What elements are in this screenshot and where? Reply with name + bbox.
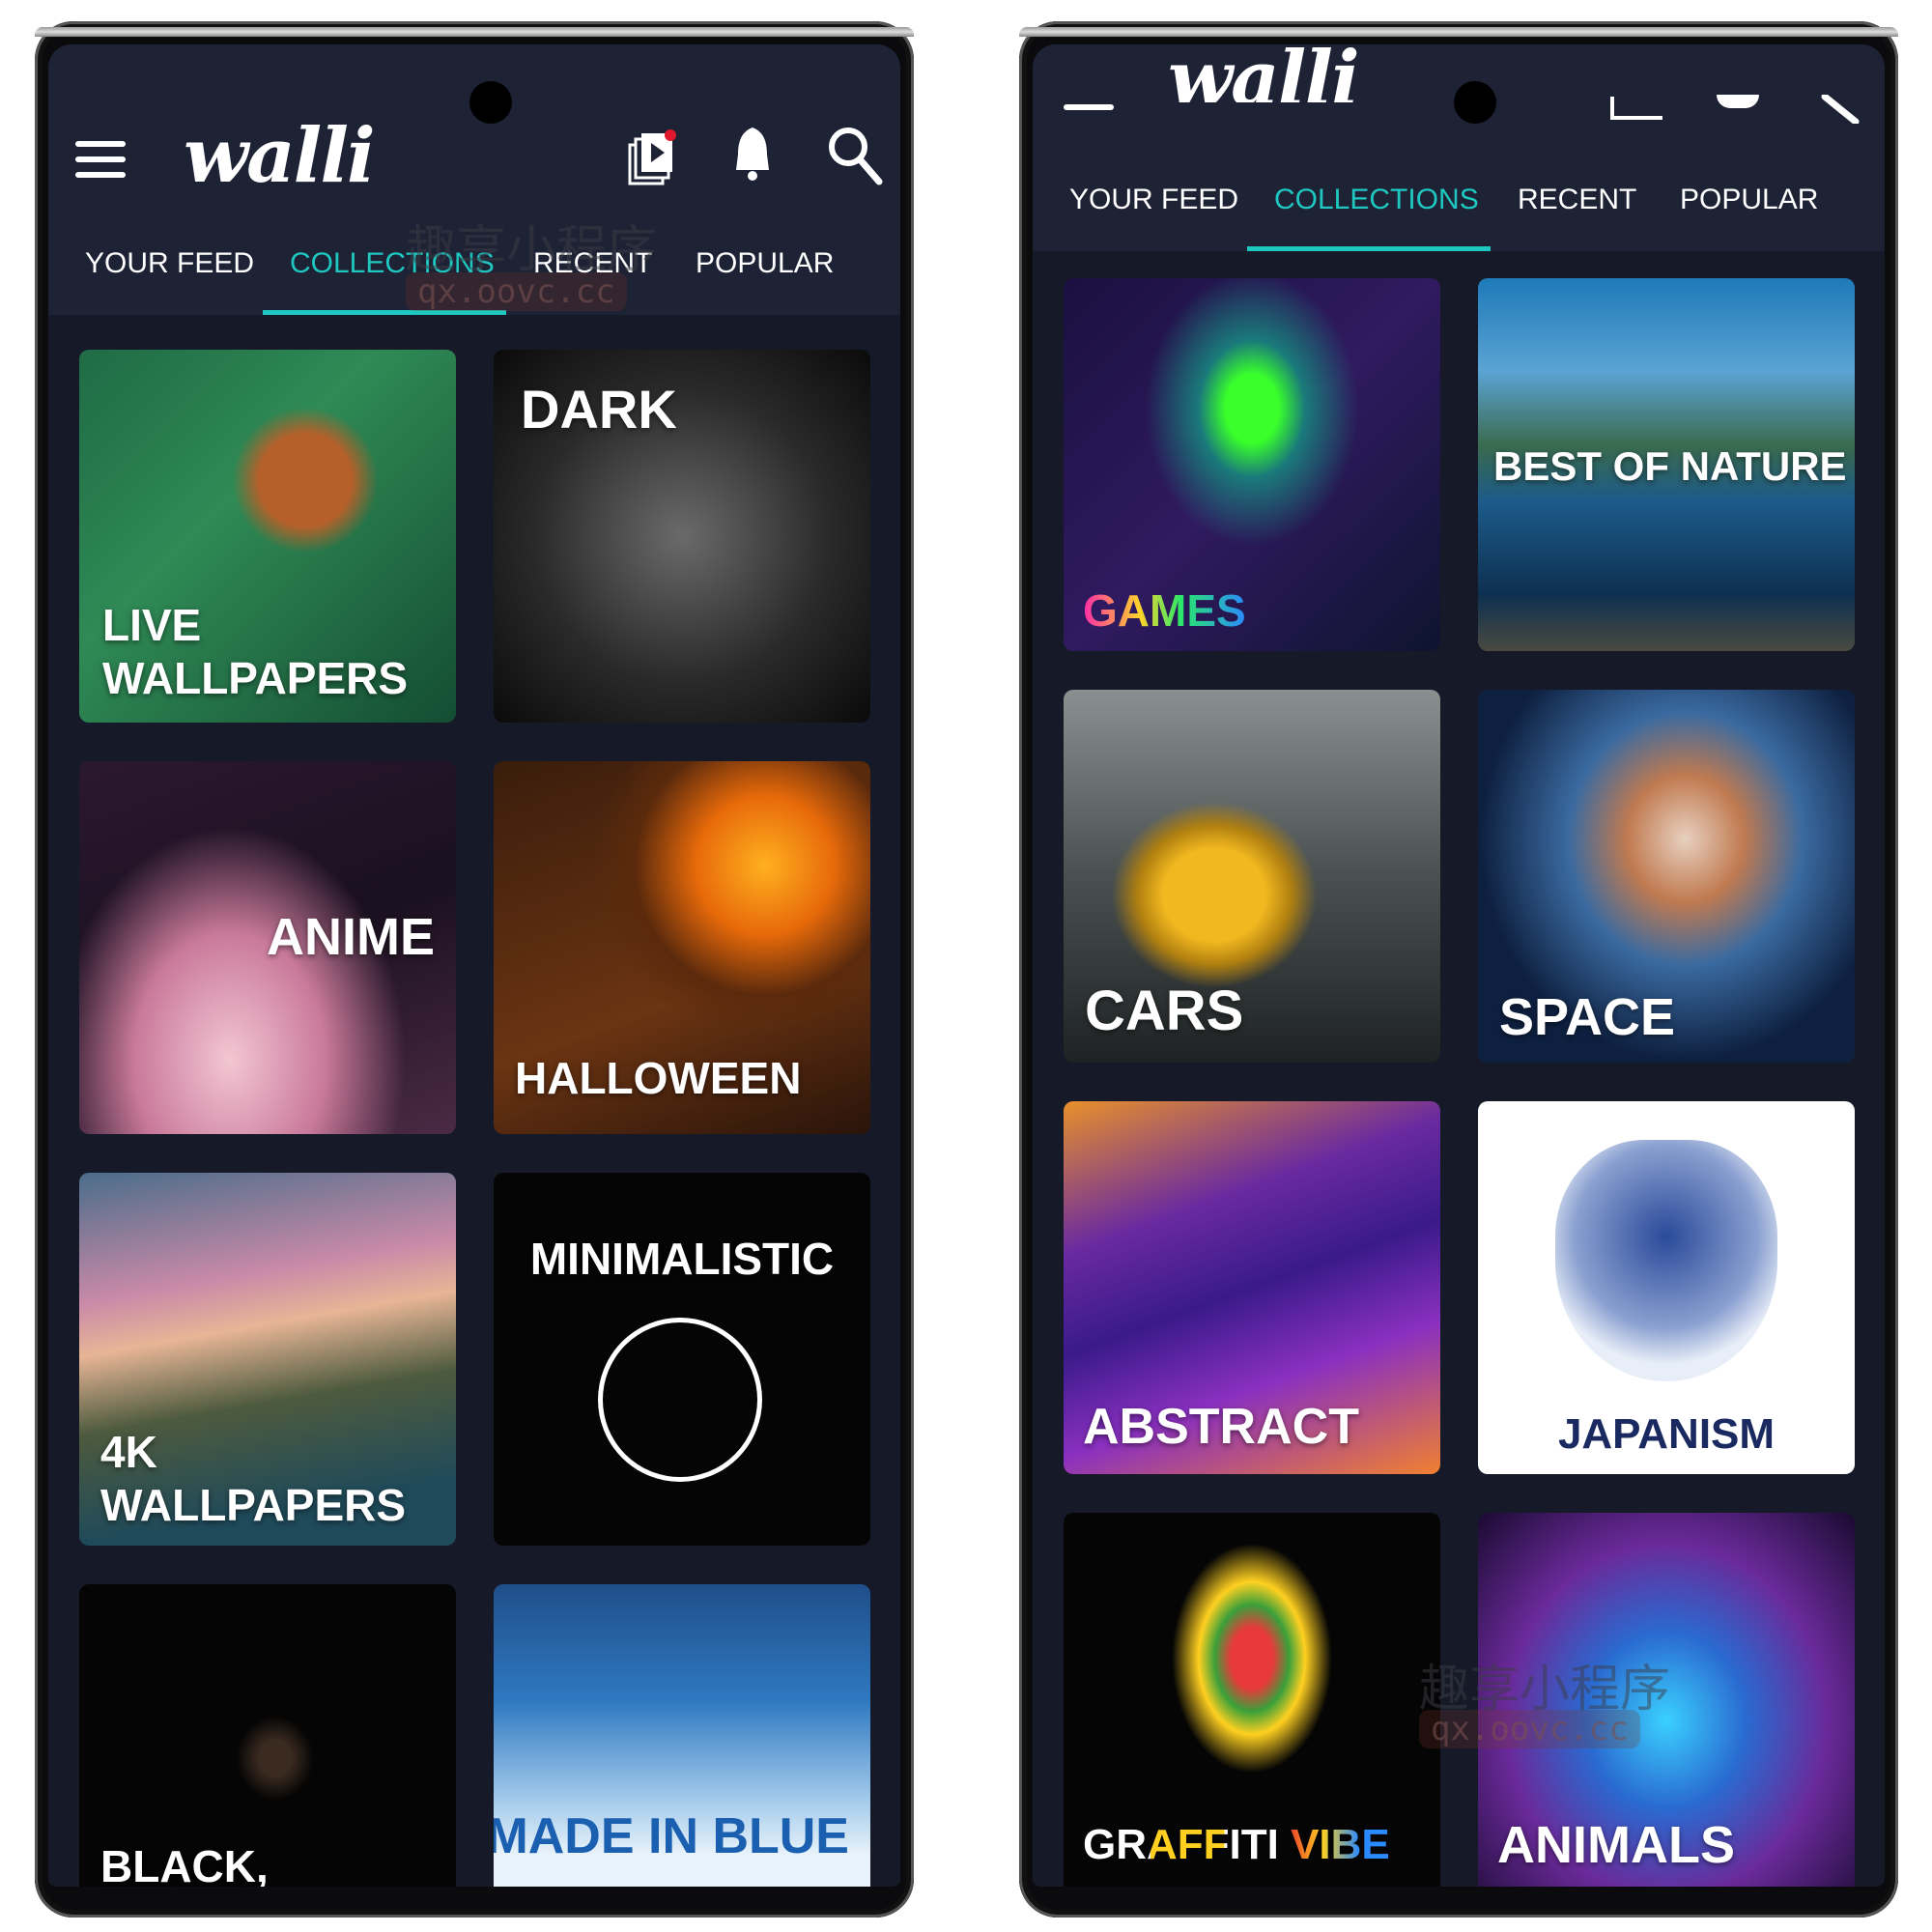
collection-label: CARS (1085, 980, 1244, 1043)
watermark-url: qx.oovc.cc (406, 272, 627, 311)
tab-popular[interactable]: POPULAR (696, 247, 834, 280)
collection-tile[interactable]: MINIMALISTIC (494, 1173, 870, 1546)
watermark-url: qx.oovc.cc (1419, 1710, 1640, 1748)
collection-tile[interactable]: HALLOWEEN (494, 761, 870, 1134)
tab-collections[interactable]: COLLECTIONS (1274, 184, 1479, 216)
collection-tile[interactable]: MADE IN BLUE (494, 1584, 870, 1887)
search-icon[interactable] (827, 126, 883, 185)
search-icon[interactable] (1815, 93, 1863, 126)
collection-label: GAMES (1083, 584, 1246, 638)
app-bar: walli YOUR FEED COLLECTIONS RECENT POPUL… (1033, 44, 1885, 251)
video-wallpaper-icon[interactable] (628, 129, 676, 185)
collection-label: LIVE WALLPAPERS (102, 599, 409, 703)
walli-logo: walli (184, 112, 376, 200)
collection-tile[interactable]: GRAFFITI VIBE (1064, 1513, 1440, 1887)
collection-tile[interactable]: GAMES (1064, 278, 1440, 651)
bell-icon[interactable] (730, 126, 775, 184)
phone-left: walli YOUR FEED COLLECTIONS RECENT POPUL… (35, 21, 914, 1918)
collection-tile[interactable]: LIVE WALLPAPERS (79, 350, 456, 723)
collection-label: ANIME (267, 908, 435, 966)
screen-left: walli YOUR FEED COLLECTIONS RECENT POPUL… (48, 44, 900, 1887)
collection-label: MINIMALISTIC (529, 1234, 835, 1284)
collection-label: SPACE (1499, 988, 1676, 1047)
menu-icon[interactable] (1064, 104, 1114, 110)
collection-label: GRAFFITI VIBE (1083, 1820, 1390, 1871)
wave-teacup-illustration (1555, 1140, 1777, 1381)
collection-tile[interactable]: CARS (1064, 690, 1440, 1063)
bell-icon[interactable] (1717, 95, 1759, 108)
collection-label: HALLOWEEN (515, 1052, 802, 1103)
collection-tile[interactable]: BEST OF NATURE (1478, 278, 1855, 651)
collection-tile[interactable]: ANIME (79, 761, 456, 1134)
collection-label: BEST OF NATURE (1493, 443, 1847, 489)
watermark-text: 趣享小程序 (406, 222, 658, 278)
collection-label: JAPANISM (1557, 1410, 1776, 1459)
collection-tile[interactable]: SPACE (1478, 690, 1855, 1063)
collection-tile[interactable]: DARK (494, 350, 870, 723)
collection-label: BLACK, (100, 1841, 269, 1887)
walli-logo: walli (1168, 44, 1358, 102)
collection-label: MADE IN BLUE (494, 1808, 849, 1864)
collection-label: ABSTRACT (1083, 1398, 1359, 1455)
tab-recent[interactable]: RECENT (1518, 184, 1636, 216)
tab-your-feed[interactable]: YOUR FEED (1069, 184, 1238, 216)
menu-icon[interactable] (75, 141, 126, 178)
video-wallpaper-icon[interactable] (1610, 97, 1662, 120)
phone-right: walli YOUR FEED COLLECTIONS RECENT POPUL… (1019, 21, 1898, 1918)
collection-label: ANIMALS (1497, 1816, 1735, 1874)
mountain-emblem-icon (598, 1318, 762, 1482)
collection-tile[interactable]: BLACK, (79, 1584, 456, 1887)
phone-rim (1019, 27, 1898, 37)
tab-popular[interactable]: POPULAR (1680, 184, 1818, 216)
camera-cutout (469, 81, 512, 124)
collection-label: 4K WALLPAPERS (100, 1426, 407, 1530)
active-tab-indicator (1247, 246, 1491, 251)
collection-tile[interactable]: JAPANISM (1478, 1101, 1855, 1474)
phone-rim (35, 27, 914, 37)
tab-your-feed[interactable]: YOUR FEED (85, 247, 254, 280)
collection-tile[interactable]: ABSTRACT (1064, 1101, 1440, 1474)
collection-label: DARK (521, 379, 677, 440)
collection-tile[interactable]: 4K WALLPAPERS (79, 1173, 456, 1546)
camera-cutout (1454, 81, 1496, 124)
screen-right: walli YOUR FEED COLLECTIONS RECENT POPUL… (1033, 44, 1885, 1887)
